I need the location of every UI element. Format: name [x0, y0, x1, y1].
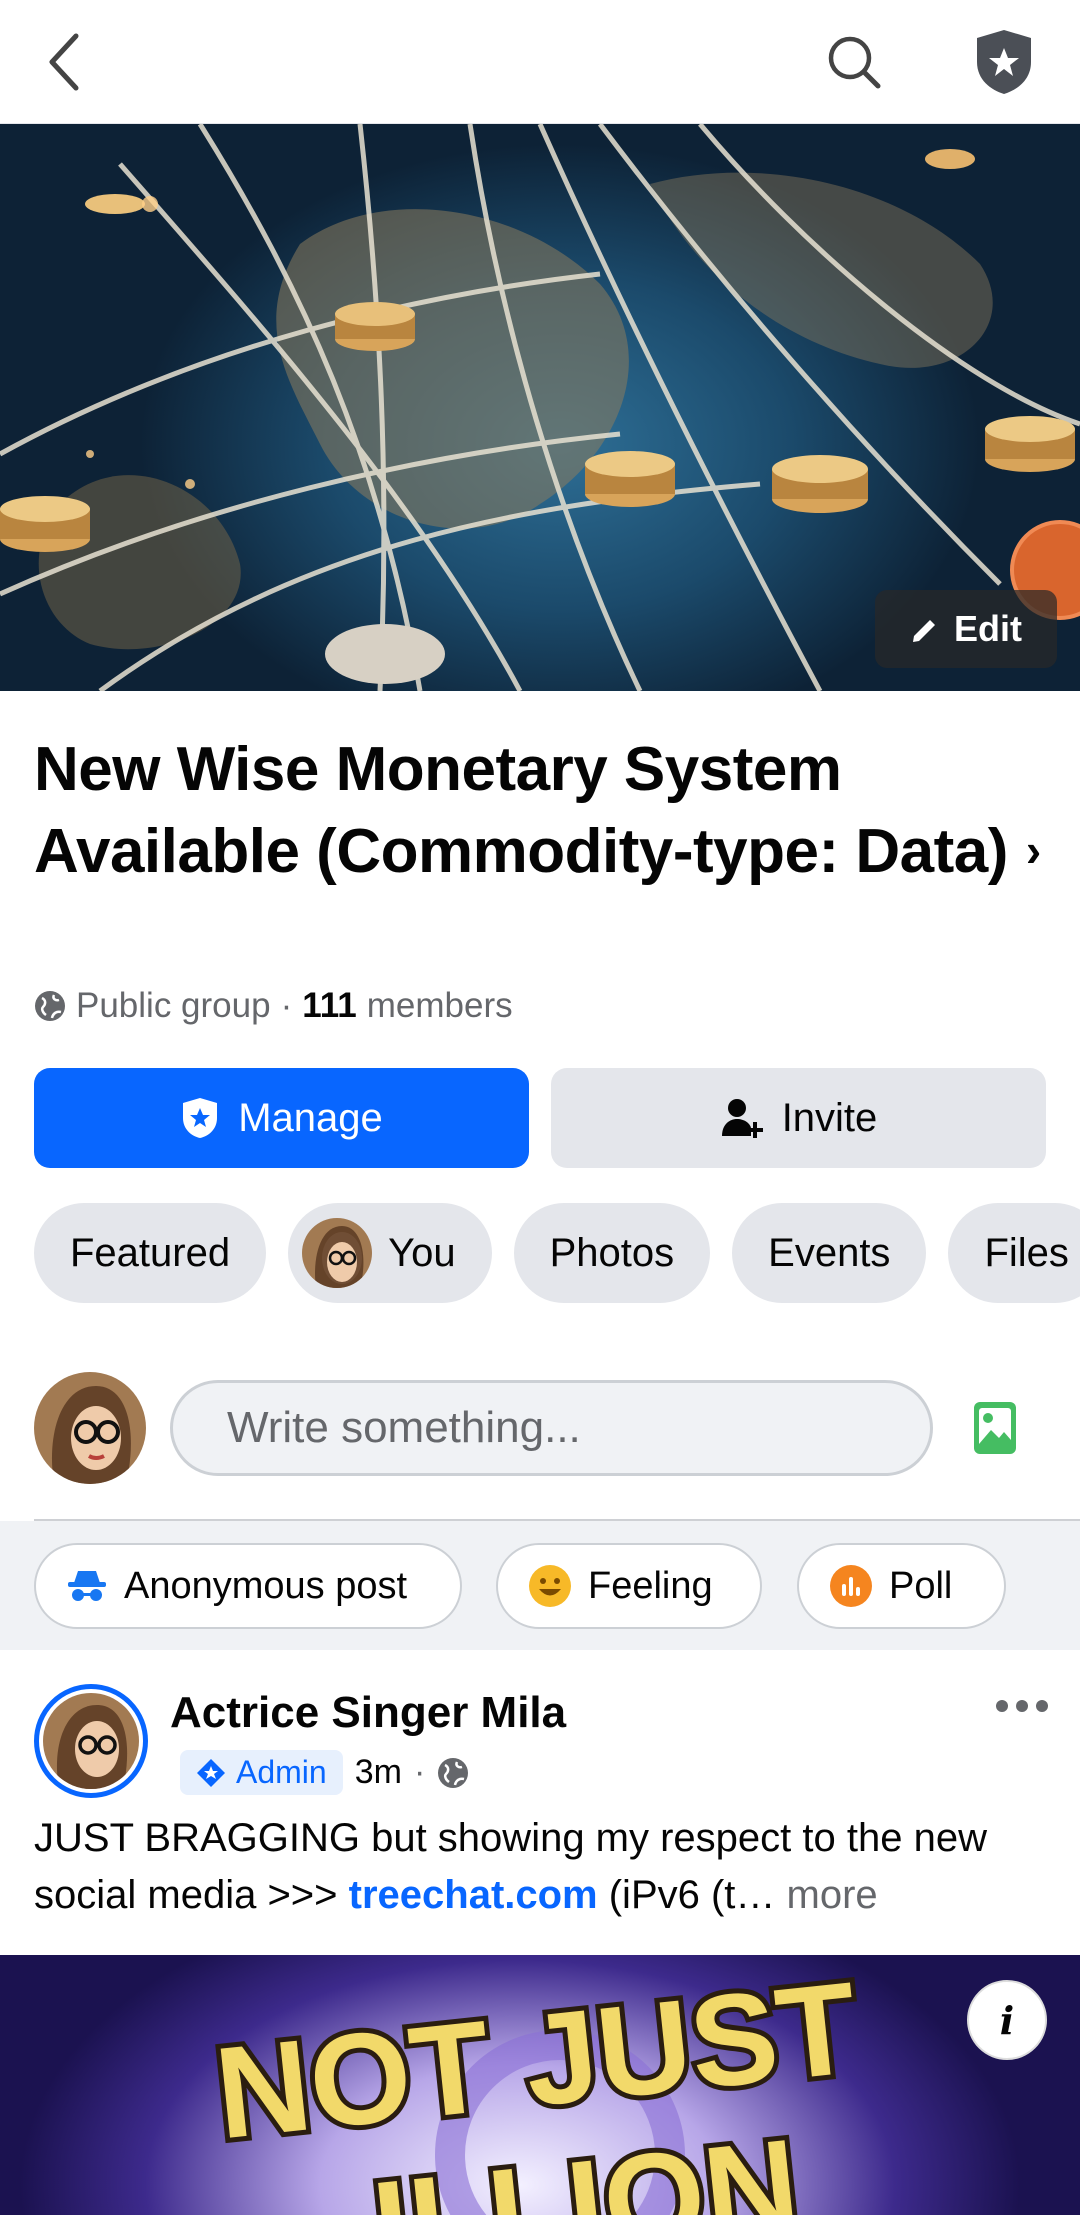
- anonymous-post-label: Anonymous post: [124, 1564, 408, 1607]
- post-composer: Write something...: [0, 1340, 1080, 1520]
- group-title-text: New Wise Monetary System Available (Comm…: [34, 735, 1008, 886]
- manage-button[interactable]: Manage: [34, 1068, 529, 1168]
- post-image-art: NOT JUST ...ILLION: [204, 1955, 869, 2215]
- globe-icon: [35, 991, 65, 1021]
- smiley-icon: [529, 1565, 571, 1607]
- anonymous-post-button[interactable]: Anonymous post: [34, 1543, 462, 1629]
- photo-icon[interactable]: [972, 1400, 1018, 1456]
- tab-files[interactable]: Files: [948, 1203, 1080, 1303]
- privacy-label: Public group: [76, 986, 271, 1025]
- composer-placeholder: Write something...: [227, 1403, 581, 1452]
- group-title[interactable]: New Wise Monetary System Available (Comm…: [34, 730, 1044, 892]
- anonymous-icon: [68, 1571, 106, 1601]
- invite-label: Invite: [781, 1095, 878, 1140]
- tab-files-label: Files: [984, 1230, 1069, 1275]
- post-author-name[interactable]: Actrice Singer Mila: [170, 1688, 566, 1738]
- poll-label: Poll: [889, 1564, 953, 1607]
- search-icon[interactable]: [826, 34, 882, 90]
- manage-label: Manage: [238, 1095, 383, 1140]
- back-arrow-icon[interactable]: [44, 30, 88, 94]
- see-more-link[interactable]: more: [775, 1873, 878, 1917]
- invite-button[interactable]: Invite: [551, 1068, 1046, 1168]
- members-label: members: [366, 986, 513, 1025]
- chevron-right-icon: ›: [1025, 824, 1041, 876]
- avatar: [302, 1218, 373, 1288]
- meta-dot: ·: [413, 1753, 426, 1791]
- post-link[interactable]: treechat.com: [349, 1873, 598, 1917]
- tab-featured[interactable]: Featured: [34, 1203, 267, 1303]
- feeling-button[interactable]: Feeling: [496, 1543, 762, 1629]
- admin-badge-label: Admin: [236, 1754, 327, 1790]
- more-options-icon[interactable]: [994, 1696, 1050, 1716]
- admin-badge-icon: [197, 1758, 225, 1787]
- post-text: JUST BRAGGING but showing my respect to …: [34, 1810, 1054, 1924]
- meta-separator: ·: [280, 986, 293, 1025]
- edit-cover-button[interactable]: Edit: [875, 590, 1057, 668]
- poll-icon: [830, 1565, 872, 1607]
- poll-button[interactable]: Poll: [797, 1543, 1006, 1629]
- admin-shield-icon[interactable]: [973, 28, 1035, 96]
- pencil-icon: [913, 620, 935, 642]
- post-time[interactable]: 3m: [355, 1753, 402, 1792]
- post-text-tail: (iPv6 (t…: [597, 1873, 776, 1917]
- member-count: 111: [302, 986, 357, 1025]
- tab-events-label: Events: [768, 1230, 891, 1275]
- tab-photos-label: Photos: [549, 1230, 675, 1275]
- tab-you[interactable]: You: [288, 1203, 492, 1303]
- post-author-avatar[interactable]: [34, 1684, 148, 1798]
- tab-photos[interactable]: Photos: [513, 1203, 711, 1303]
- shield-star-icon: [183, 1098, 218, 1138]
- post-type-bar: Anonymous post Feeling Poll: [0, 1521, 1080, 1650]
- admin-badge: Admin: [180, 1750, 343, 1795]
- post-image[interactable]: NOT JUST ...ILLION: [0, 1955, 1080, 2215]
- tab-you-label: You: [388, 1230, 456, 1275]
- group-tabs: Featured You Photos Events Files: [34, 1203, 1080, 1303]
- avatar[interactable]: [34, 1372, 146, 1484]
- group-meta: Public group · 111 members: [34, 986, 513, 1026]
- top-bar: [0, 0, 1080, 124]
- edit-label: Edit: [954, 608, 1022, 649]
- feeling-label: Feeling: [588, 1564, 713, 1607]
- feed-post: Actrice Singer Mila Admin 3m · JUST BRAG…: [0, 1650, 1080, 2215]
- globe-icon: [438, 1757, 469, 1788]
- tab-events[interactable]: Events: [732, 1203, 927, 1303]
- add-person-icon: [721, 1099, 763, 1138]
- info-icon[interactable]: i: [967, 1980, 1047, 2060]
- post-meta: Admin 3m ·: [180, 1750, 469, 1795]
- tab-featured-label: Featured: [70, 1230, 231, 1275]
- write-something-input[interactable]: Write something...: [170, 1380, 933, 1476]
